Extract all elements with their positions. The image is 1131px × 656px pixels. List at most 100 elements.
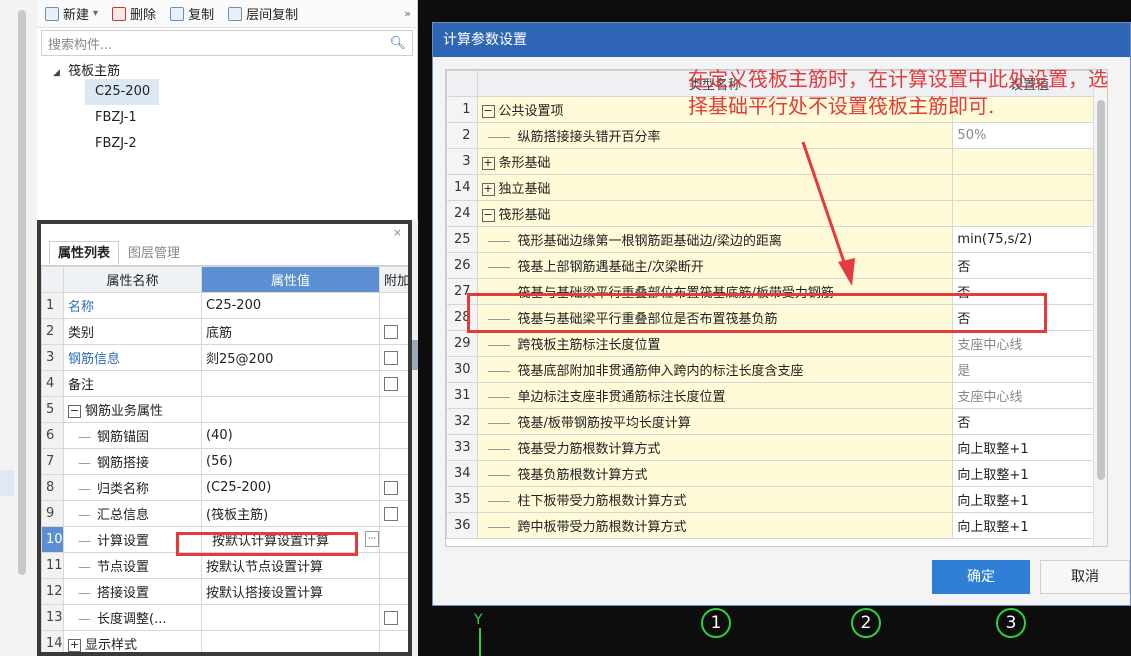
settings-row[interactable]: 35 柱下板带受力筋根数计算方式 向上取整+1 xyxy=(446,486,1107,513)
axis-marker-3[interactable]: 3 xyxy=(996,608,1026,638)
collapse-triangle-icon[interactable]: ◢ xyxy=(53,68,60,78)
ellipsis-button[interactable]: ··· xyxy=(365,531,379,547)
setting-value[interactable]: 否 xyxy=(952,252,1107,279)
prop-value[interactable]: (40) xyxy=(201,422,380,449)
table-row[interactable]: 5 − 钢筋业务属性 xyxy=(41,396,408,423)
table-row[interactable]: 1 名称 C25-200 xyxy=(41,292,408,319)
search-icon[interactable]: 🔍︎ xyxy=(389,36,406,51)
floor-copy-button[interactable]: 层间复制 xyxy=(228,4,298,23)
setting-value[interactable]: 否 xyxy=(952,408,1107,435)
axis-marker-2[interactable]: 2 xyxy=(851,608,881,638)
row-number: 4 xyxy=(41,370,64,397)
tab-property-list[interactable]: 属性列表 xyxy=(49,241,120,265)
table-row[interactable]: 3 钢筋信息 剡25@200 xyxy=(41,344,408,371)
setting-name: 跨筏板主筋标注长度位置 xyxy=(517,338,661,353)
table-row[interactable]: 12 — 搭接设置 按默认搭接设置计算 xyxy=(41,578,408,605)
extra-checkbox[interactable] xyxy=(384,324,398,339)
prop-value[interactable]: (筏板主筋) xyxy=(201,500,380,527)
tree-item[interactable]: C25-200 xyxy=(85,79,159,105)
table-row[interactable]: 13 — 长度调整(... xyxy=(41,604,408,631)
extra-checkbox[interactable] xyxy=(384,506,398,521)
table-row[interactable]: 8 — 归类名称 (C25-200) xyxy=(41,474,408,501)
axis-marker-1[interactable]: 1 xyxy=(701,608,731,638)
settings-row[interactable]: 36 跨中板带受力筋根数计算方式 向上取整+1 xyxy=(446,512,1107,539)
scrollbar-thumb[interactable] xyxy=(1097,100,1105,480)
tree-item[interactable]: FBZJ-2 xyxy=(37,131,197,157)
settings-row[interactable]: 3 + 条形基础 xyxy=(446,148,1107,175)
table-row[interactable]: 9 — 汇总信息 (筏板主筋) xyxy=(41,500,408,527)
copy-button[interactable]: 复制 xyxy=(170,4,214,23)
settings-row[interactable]: 29 跨筏板主筋标注长度位置 支座中心线 xyxy=(446,330,1107,357)
table-row[interactable]: 2 类别 底筋 xyxy=(41,318,408,345)
settings-row[interactable]: 24− 筏形基础 xyxy=(446,200,1107,227)
prop-name: 汇总信息 xyxy=(97,508,150,523)
prop-value[interactable] xyxy=(201,370,380,397)
table-row[interactable]: 14 + 显示样式 xyxy=(41,630,408,652)
row-number: 11 xyxy=(41,552,64,579)
setting-name-cell: 跨筏板主筋标注长度位置 xyxy=(476,330,954,357)
close-icon[interactable]: × xyxy=(393,226,402,239)
row-number: 14 xyxy=(446,174,478,201)
ok-button[interactable]: 确定 xyxy=(932,560,1030,594)
dialog-scrollbar[interactable] xyxy=(1093,70,1107,546)
gutter-scrollbar[interactable] xyxy=(18,10,26,575)
collapse-icon[interactable]: − xyxy=(481,209,495,222)
settings-row[interactable]: 33 筏基受力筋根数计算方式 向上取整+1 xyxy=(446,434,1107,461)
prop-value[interactable] xyxy=(201,604,380,631)
setting-value[interactable]: 50% xyxy=(952,122,1107,149)
delete-button[interactable]: 删除 xyxy=(112,4,156,23)
settings-row[interactable]: 14 + 独立基础 xyxy=(446,174,1107,201)
prop-value[interactable]: (C25-200) xyxy=(201,474,380,501)
settings-row[interactable]: 30 筏基底部附加非贯通筋伸入跨内的标注长度含支座 是 xyxy=(446,356,1107,383)
settings-row[interactable]: 34 筏基负筋根数计算方式 向上取整+1 xyxy=(446,460,1107,487)
tab-layer-manager[interactable]: 图层管理 xyxy=(119,241,189,265)
settings-row[interactable]: 32 筏基/板带钢筋按平均长度计算 否 xyxy=(446,408,1107,435)
setting-name-cell: 纵筋搭接接头错开百分率 xyxy=(476,122,954,149)
table-row[interactable]: 7 — 钢筋搭接 (56) xyxy=(41,448,408,475)
settings-row[interactable]: 26 筏基上部钢筋遇基础主/次梁断开 否 xyxy=(446,252,1107,279)
setting-value[interactable]: 向上取整+1 xyxy=(952,460,1107,487)
prop-value[interactable]: C25-200 xyxy=(201,292,380,319)
expand-icon[interactable]: + xyxy=(481,183,495,196)
setting-value[interactable]: min(75,s/2) xyxy=(952,226,1107,253)
collapse-icon[interactable]: − xyxy=(481,105,495,118)
setting-value[interactable] xyxy=(952,174,1107,201)
setting-value[interactable]: 支座中心线 xyxy=(952,330,1107,357)
extra-checkbox[interactable] xyxy=(384,480,398,495)
extra-checkbox[interactable] xyxy=(384,350,398,365)
setting-value[interactable] xyxy=(952,200,1107,227)
setting-value[interactable]: 向上取整+1 xyxy=(952,434,1107,461)
table-row[interactable]: 4 备注 xyxy=(41,370,408,397)
prop-name-cell: — 搭接设置 xyxy=(63,578,202,605)
expand-icon[interactable]: + xyxy=(481,157,495,170)
cancel-button[interactable]: 取消 xyxy=(1040,560,1130,594)
settings-row[interactable]: 2 纵筋搭接接头错开百分率 50% xyxy=(446,122,1107,149)
prop-value[interactable]: (56) xyxy=(201,448,380,475)
setting-value[interactable]: 支座中心线 xyxy=(952,382,1107,409)
table-row[interactable]: 6 — 钢筋锚固 (40) xyxy=(41,422,408,449)
prop-value[interactable]: 按默认节点设置计算 xyxy=(201,552,380,579)
prop-value[interactable]: 底筋 xyxy=(201,318,380,345)
extra-cell xyxy=(379,318,408,345)
settings-row[interactable]: 31 单边标注支座非贯通筋标注长度位置 支座中心线 xyxy=(446,382,1107,409)
setting-value[interactable]: 向上取整+1 xyxy=(952,486,1107,513)
tree-item[interactable]: FBZJ-1 xyxy=(37,105,197,131)
setting-name: 独立基础 xyxy=(498,182,551,197)
search-input[interactable]: 搜索构件... 🔍︎ xyxy=(41,30,413,56)
new-button[interactable]: 新建 ▾ xyxy=(45,4,98,23)
expand-icon[interactable]: + xyxy=(68,639,81,652)
extra-cell xyxy=(379,552,408,579)
extra-checkbox[interactable] xyxy=(384,376,398,391)
setting-value[interactable] xyxy=(952,148,1107,175)
table-row[interactable]: 11 — 节点设置 按默认节点设置计算 xyxy=(41,552,408,579)
collapse-icon[interactable]: − xyxy=(68,405,81,418)
setting-value[interactable]: 是 xyxy=(952,356,1107,383)
prop-value[interactable]: 剡25@200 xyxy=(201,344,380,371)
settings-row[interactable]: 25 筏形基础边缘第一根钢筋距基础边/梁边的距离 min(75,s/2) xyxy=(446,226,1107,253)
prop-value[interactable]: 按默认搭接设置计算 xyxy=(201,578,380,605)
chevron-down-icon[interactable]: ▾ xyxy=(93,8,98,19)
more-icon[interactable]: » xyxy=(404,7,411,20)
setting-value[interactable]: 向上取整+1 xyxy=(952,512,1107,539)
tree-root-node[interactable]: ◢ 筏板主筋 xyxy=(37,60,417,79)
extra-checkbox[interactable] xyxy=(384,610,398,625)
